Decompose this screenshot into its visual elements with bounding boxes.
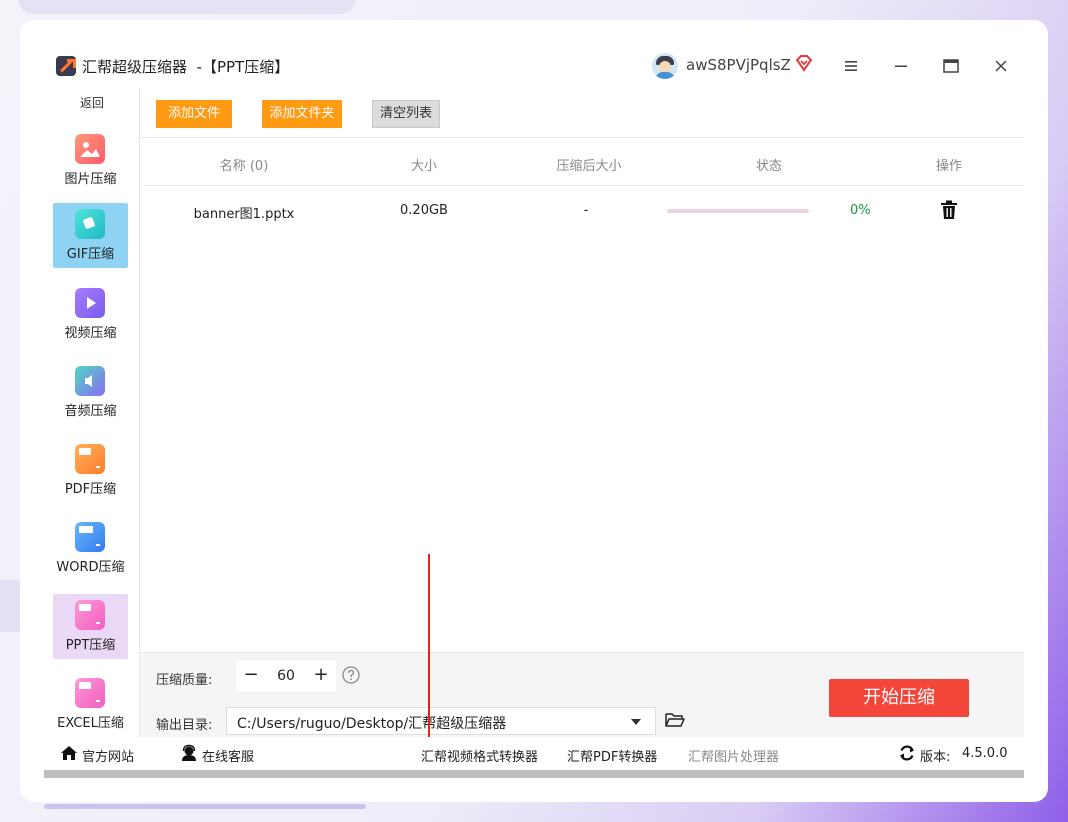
progress-bar <box>667 209 809 213</box>
sidebar-item-image[interactable]: 图片压缩 <box>53 128 128 193</box>
version-label: 版本: <box>920 750 951 765</box>
sidebar-item-label: 图片压缩 <box>64 172 117 187</box>
toolbar: 添加文件 添加文件夹 清空列表 <box>140 88 1024 138</box>
status-bar: 官方网站 在线客服 汇帮视频格式转换器 汇帮PDF转换器 汇帮图片处理器 版本:… <box>44 737 1024 770</box>
sidebar-item-pdf[interactable]: PDF压缩 <box>53 438 128 503</box>
add-file-button[interactable]: 添加文件 <box>156 100 232 128</box>
quality-value[interactable]: 60 <box>270 668 302 684</box>
column-header-actions: 操作 <box>935 159 962 174</box>
output-dir-select[interactable]: C:/Users/ruguo/Desktop/汇帮超级压缩器 <box>226 707 656 735</box>
settings-panel: 压缩质量: − 60 + 输出目录: C:/Users/ruguo/Deskto… <box>140 652 1024 737</box>
close-icon[interactable] <box>990 56 1012 76</box>
title-bar: 汇帮超级压缩器 -【PPT压缩】 <box>44 44 1024 88</box>
column-header-name: 名称 (0) <box>219 159 269 174</box>
audio-icon <box>75 366 105 396</box>
username[interactable]: awS8PVjPqlsZ <box>686 56 791 74</box>
compressed-size: - <box>583 203 589 218</box>
minimize-icon[interactable] <box>890 56 912 76</box>
pdf-icon <box>75 444 105 474</box>
add-folder-button[interactable]: 添加文件夹 <box>262 100 342 128</box>
video-converter-link[interactable]: 汇帮视频格式转换器 <box>421 746 538 765</box>
sidebar-item-gif[interactable]: GIF压缩 <box>53 203 128 268</box>
sidebar-item-label: PPT压缩 <box>65 638 116 653</box>
sidebar-item-label: GIF压缩 <box>66 247 115 262</box>
annotation-arrow <box>422 554 436 760</box>
word-icon <box>75 522 105 552</box>
refresh-icon[interactable] <box>898 744 916 762</box>
quality-decrease-button[interactable]: − <box>240 664 262 688</box>
image-processor-link[interactable]: 汇帮图片处理器 <box>688 746 779 765</box>
column-header-size: 大小 <box>410 159 437 174</box>
trash-icon[interactable] <box>940 200 958 220</box>
sidebar-item-label: PDF压缩 <box>64 482 117 497</box>
quality-label: 压缩质量: <box>156 673 213 688</box>
quality-increase-button[interactable]: + <box>310 664 332 688</box>
image-icon <box>75 134 105 164</box>
sidebar-item-label: 视频压缩 <box>64 326 117 341</box>
chevron-down-icon <box>631 719 641 725</box>
app-logo-icon <box>56 56 76 76</box>
help-icon[interactable] <box>342 666 360 684</box>
file-name: banner图1.pptx <box>193 207 295 222</box>
table-row[interactable]: banner图1.pptx 0.20GB - 0% <box>144 196 1024 226</box>
folder-open-icon[interactable] <box>664 711 686 729</box>
background-tab <box>18 0 356 14</box>
gif-icon <box>75 209 105 239</box>
file-size: 0.20GB <box>400 203 448 218</box>
scrollbar-track[interactable] <box>44 770 1024 778</box>
sidebar-item-label: EXCEL压缩 <box>57 716 124 731</box>
maximize-icon[interactable] <box>940 56 962 76</box>
sidebar-item-audio[interactable]: 音频压缩 <box>53 360 128 425</box>
video-icon <box>75 288 105 318</box>
website-link[interactable]: 官方网站 <box>82 746 134 765</box>
pdf-converter-link[interactable]: 汇帮PDF转换器 <box>567 746 657 765</box>
app-window: 汇帮超级压缩器 -【PPT压缩】 awS8PVjPqlsZ 返回 图片压缩 GI… <box>44 44 1024 778</box>
sidebar-item-word[interactable]: WORD压缩 <box>53 516 128 581</box>
back-button[interactable]: 返回 <box>44 94 140 111</box>
background-bar <box>44 804 366 809</box>
online-service-link[interactable]: 在线客服 <box>202 746 254 765</box>
clear-list-button[interactable]: 清空列表 <box>372 100 440 128</box>
output-dir-label: 输出目录: <box>156 718 213 733</box>
vip-diamond-icon[interactable] <box>795 54 813 72</box>
start-compress-button[interactable]: 开始压缩 <box>829 679 969 717</box>
sidebar-item-label: WORD压缩 <box>56 560 125 575</box>
output-dir-path: C:/Users/ruguo/Desktop/汇帮超级压缩器 <box>237 716 507 732</box>
column-header-status: 状态 <box>755 159 782 174</box>
home-icon <box>61 746 77 760</box>
sidebar-item-ppt[interactable]: PPT压缩 <box>53 594 128 659</box>
ppt-icon <box>75 600 105 630</box>
user-avatar[interactable] <box>652 53 678 79</box>
sidebar-item-label: 音频压缩 <box>64 404 117 419</box>
progress-percent: 0% <box>850 203 871 218</box>
quality-stepper: − 60 + <box>236 661 336 691</box>
menu-icon[interactable] <box>840 56 862 76</box>
sidebar-item-video[interactable]: 视频压缩 <box>53 282 128 347</box>
sidebar: 返回 图片压缩 GIF压缩 视频压缩 音频压缩 PDF压缩 WORD压缩 PPT… <box>44 88 140 737</box>
sidebar-item-excel[interactable]: EXCEL压缩 <box>53 672 128 737</box>
excel-icon <box>75 678 105 708</box>
customer-service-icon <box>182 744 196 761</box>
version-number: 4.5.0.0 <box>962 746 1008 761</box>
window-title: 汇帮超级压缩器 -【PPT压缩】 <box>82 57 290 76</box>
table-header: 名称 (0) 大小 压缩后大小 状态 操作 <box>144 140 1024 186</box>
column-header-compressed-size: 压缩后大小 <box>556 159 622 174</box>
